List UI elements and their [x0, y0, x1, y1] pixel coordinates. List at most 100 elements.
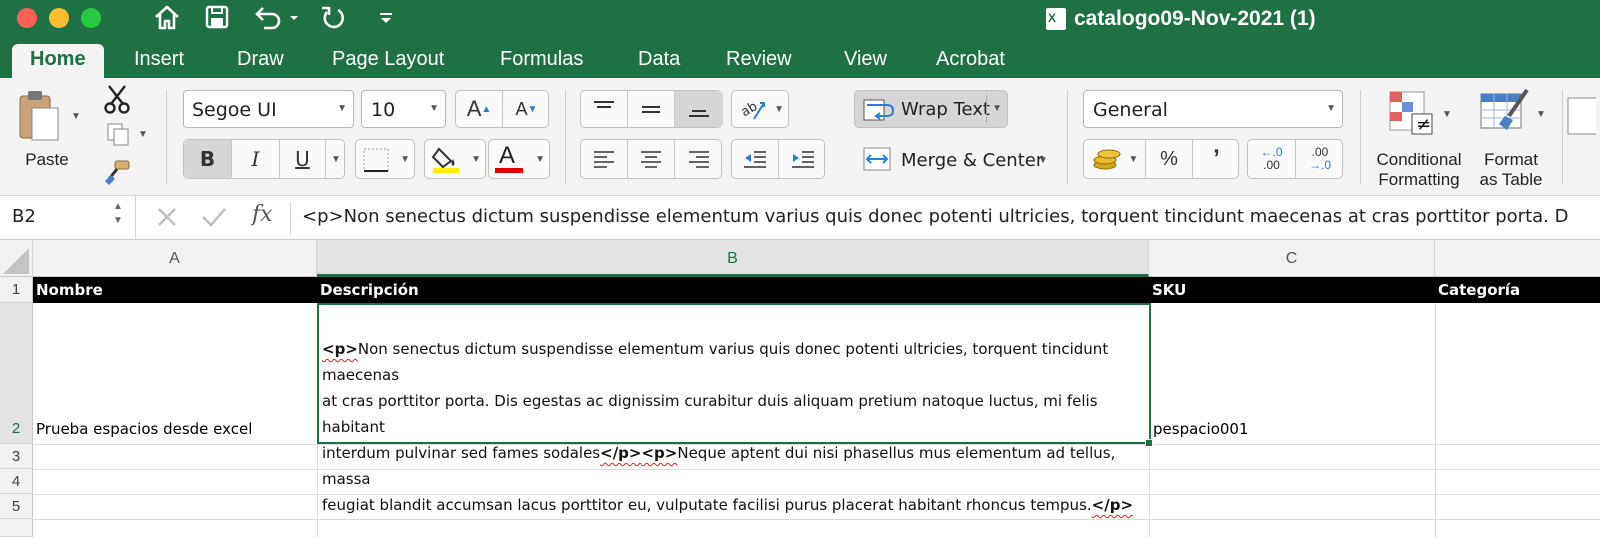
tab-draw[interactable]: Draw: [219, 44, 302, 78]
cancel-entry-icon[interactable]: [154, 204, 180, 235]
increase-indent-icon[interactable]: [779, 140, 826, 178]
paste-icon[interactable]: [14, 88, 64, 144]
format-as-table-label[interactable]: Format as Table: [1474, 150, 1548, 190]
indent-group: [731, 139, 825, 179]
paste-dropdown-caret[interactable]: ▼: [68, 106, 84, 126]
cell-a2[interactable]: Prueba espacios desde excel: [36, 420, 252, 438]
tab-insert[interactable]: Insert: [116, 44, 202, 78]
formula-divider: [290, 202, 291, 234]
row-header-6[interactable]: [0, 519, 33, 537]
align-bottom-icon[interactable]: [675, 91, 723, 127]
ribbon-separator: [1360, 90, 1361, 184]
customize-toolbar-icon[interactable]: [372, 2, 400, 34]
accounting-format-button[interactable]: ▼: [1084, 140, 1146, 178]
html-tag: </p>: [600, 444, 642, 462]
name-box[interactable]: B2 ▲ ▼: [0, 196, 136, 240]
format-painter-icon[interactable]: [102, 158, 132, 188]
align-top-icon[interactable]: [581, 91, 628, 127]
wrap-text-button[interactable]: Wrap Text ▼: [854, 90, 1008, 128]
comma-style-button[interactable]: ʼ: [1193, 140, 1240, 178]
tab-acrobat[interactable]: Acrobat: [918, 44, 1023, 78]
font-color-button[interactable]: A ▼: [488, 139, 550, 179]
orientation-button[interactable]: ab ▼: [731, 90, 789, 128]
tab-data[interactable]: Data: [620, 44, 698, 78]
align-center-icon[interactable]: [628, 140, 675, 178]
number-format-value: General: [1093, 99, 1168, 121]
tab-page-layout[interactable]: Page Layout: [314, 44, 462, 78]
italic-button[interactable]: I: [232, 140, 280, 178]
horizontal-align-group: [580, 139, 722, 179]
coins-icon: [1093, 149, 1121, 170]
row-header-4[interactable]: 4: [0, 469, 33, 494]
tab-formulas[interactable]: Formulas: [482, 44, 601, 78]
column-header-a[interactable]: A: [33, 240, 317, 277]
merge-center-label[interactable]: Merge & Center: [901, 150, 1043, 171]
select-all-corner[interactable]: [0, 240, 33, 277]
cell-c1[interactable]: SKU: [1149, 277, 1435, 303]
name-box-stepper-icon[interactable]: ▲ ▼: [113, 200, 123, 228]
column-header-b[interactable]: B: [317, 240, 1149, 277]
formula-input[interactable]: <p>Non senectus dictum suspendisse eleme…: [302, 206, 1568, 227]
align-left-icon[interactable]: [581, 140, 628, 178]
minimize-window-button[interactable]: [49, 8, 69, 28]
svg-text:≠: ≠: [1416, 114, 1431, 135]
increase-decimal-button[interactable]: ←.0 .00: [1248, 140, 1296, 178]
merge-dropdown-caret[interactable]: ▼: [1036, 152, 1050, 168]
number-format-select[interactable]: General ▼: [1083, 90, 1343, 128]
decrease-font-size-button[interactable]: A ▼: [503, 91, 550, 127]
increase-font-size-button[interactable]: A ▲: [456, 91, 503, 127]
cell-c2[interactable]: pespacio001: [1153, 420, 1249, 438]
fill-handle[interactable]: [1145, 439, 1153, 447]
conditional-formatting-caret[interactable]: ▼: [1440, 106, 1454, 122]
ribbon-tabs: Home Insert Draw Page Layout Formulas Da…: [0, 37, 1600, 78]
row-header-5[interactable]: 5: [0, 494, 33, 519]
font-size-value: 10: [371, 99, 396, 121]
insert-function-icon[interactable]: fx: [252, 202, 273, 227]
percent-style-button[interactable]: %: [1146, 140, 1193, 178]
column-header-d[interactable]: [1435, 240, 1600, 277]
chevron-down-icon: ▼: [337, 103, 347, 114]
close-window-button[interactable]: [17, 8, 37, 28]
cell-styles-icon[interactable]: [1566, 96, 1600, 136]
save-icon[interactable]: [200, 2, 234, 34]
tab-home[interactable]: Home: [12, 44, 104, 78]
column-header-c[interactable]: C: [1149, 240, 1435, 277]
copy-dropdown-caret[interactable]: ▼: [136, 126, 150, 142]
format-as-table-caret[interactable]: ▼: [1534, 106, 1548, 122]
align-middle-icon[interactable]: [628, 91, 675, 127]
redo-icon[interactable]: [316, 2, 350, 34]
decrease-decimal-button[interactable]: .00 →.0: [1296, 140, 1344, 178]
bold-button[interactable]: B: [184, 140, 232, 178]
undo-icon[interactable]: [250, 2, 298, 34]
merge-center-icon[interactable]: [862, 146, 892, 172]
tab-review[interactable]: Review: [708, 44, 810, 78]
conditional-formatting-icon[interactable]: ≠: [1384, 86, 1438, 140]
copy-icon[interactable]: [104, 120, 132, 148]
cell-a1[interactable]: Nombre: [33, 277, 317, 303]
fill-color-button[interactable]: ▼: [424, 139, 486, 179]
align-right-icon[interactable]: [675, 140, 723, 178]
vertical-align-group: [580, 90, 723, 128]
cell-d1[interactable]: Categoría: [1435, 277, 1600, 303]
underline-dropdown-caret[interactable]: ▼: [326, 140, 346, 178]
borders-button[interactable]: ▼: [355, 139, 415, 179]
tab-view[interactable]: View: [826, 44, 905, 78]
cell-b1[interactable]: Descripción: [317, 277, 1149, 303]
conditional-formatting-label[interactable]: Conditional Formatting: [1368, 150, 1470, 190]
up-triangle-icon: ▲: [481, 103, 492, 115]
underline-button[interactable]: U: [280, 140, 326, 178]
chevron-down-icon: ▼: [774, 104, 784, 115]
maximize-window-button[interactable]: [81, 8, 101, 28]
confirm-entry-icon[interactable]: [200, 204, 228, 235]
font-size-select[interactable]: 10 ▼: [361, 90, 446, 128]
row-header-1[interactable]: 1: [0, 277, 33, 303]
format-as-table-icon[interactable]: [1478, 86, 1536, 140]
increase-font-label: A: [466, 96, 482, 121]
formula-bar: B2 ▲ ▼ fx <p>Non senectus dictum suspendi…: [0, 196, 1600, 240]
font-name-select[interactable]: Segoe UI ▼: [183, 90, 354, 128]
home-icon[interactable]: [150, 2, 184, 34]
decrease-indent-icon[interactable]: [732, 140, 779, 178]
cut-icon[interactable]: [102, 84, 132, 114]
row-header-3[interactable]: 3: [0, 444, 33, 469]
row-header-2[interactable]: 2: [0, 303, 33, 444]
